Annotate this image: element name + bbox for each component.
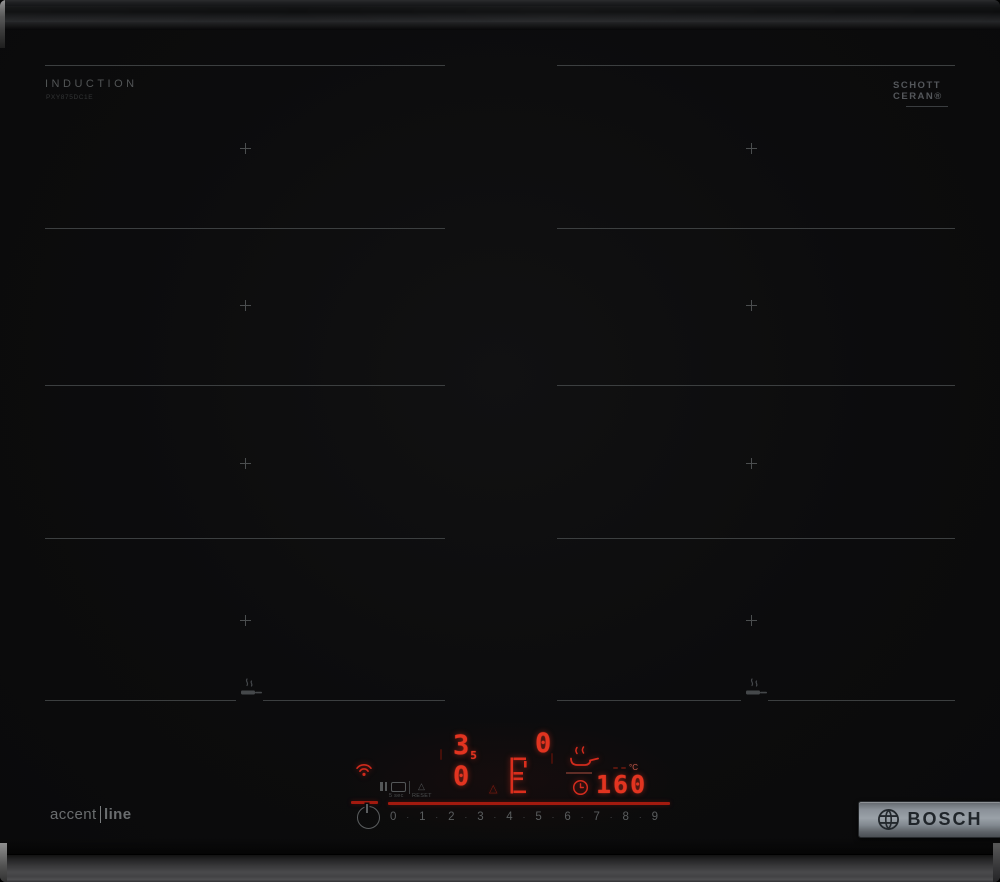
bottom-left-corner-trim: [0, 843, 7, 882]
reset-icon[interactable]: △: [418, 782, 425, 791]
frying-sensor-icon[interactable]: [567, 745, 599, 770]
dim-dash: [613, 767, 618, 769]
top-left-corner-trim: [0, 0, 5, 48]
schott-ceran-logo: SCHOTT CERAN®: [893, 80, 943, 103]
series-divider: [100, 806, 101, 823]
zone-line: [557, 538, 955, 539]
pause-icon[interactable]: [380, 782, 387, 791]
zone-line: [45, 385, 445, 386]
zone-line: [557, 385, 955, 386]
induction-label: INDUCTION: [45, 78, 138, 90]
power-level-strip[interactable]: 0 · 1 · 2 · 3 · 4 · 5 · 6 · 7 · 8 · 9: [390, 808, 658, 826]
schott-underline: [906, 106, 948, 107]
zone-line: [45, 700, 236, 701]
accentline-series-logo: accent line: [50, 806, 131, 823]
rear-right-zone-display[interactable]: 0: [535, 730, 551, 757]
zone-line: [45, 228, 445, 229]
slider-indicator-line: [388, 802, 670, 805]
quick-start-icon[interactable]: [391, 782, 406, 792]
zone-cross: [240, 615, 251, 626]
power-level-key-8[interactable]: 8: [623, 811, 629, 823]
zone-cross: [746, 143, 757, 154]
dim-zone-tick: [551, 753, 553, 764]
key-separator: ·: [639, 812, 642, 822]
key-separator: ·: [522, 812, 525, 822]
zone-line: [768, 700, 955, 701]
zone-cross: [746, 458, 757, 469]
quick-start-label: 5 sec: [389, 793, 404, 799]
key-separator: ·: [435, 812, 438, 822]
power-level-key-9[interactable]: 9: [652, 811, 658, 823]
model-number: PXY875DC1E: [46, 94, 93, 101]
power-level-key-1[interactable]: 1: [419, 811, 425, 823]
series-accent: accent: [50, 806, 97, 823]
zone-line: [45, 65, 445, 66]
power-level-key-2[interactable]: 2: [448, 811, 454, 823]
power-indicator-line: [351, 801, 378, 804]
power-level-key-3[interactable]: 3: [477, 811, 483, 823]
dim-zone-tick: [440, 749, 442, 760]
bosch-badge: BOSCH: [858, 801, 1000, 838]
key-separator: ·: [610, 812, 613, 822]
key-separator: ·: [581, 812, 584, 822]
power-level-key-7[interactable]: 7: [593, 811, 599, 823]
warning-triangle-icon: △: [489, 784, 497, 795]
bosch-logo-text: BOSCH: [907, 809, 982, 830]
key-separator: ·: [493, 812, 496, 822]
power-level-key-0[interactable]: 0: [390, 811, 396, 823]
control-divider: [409, 781, 410, 794]
zone-line: [557, 700, 741, 701]
bottom-right-corner-trim: [993, 843, 1000, 882]
zone-cross: [746, 300, 757, 311]
key-separator: ·: [464, 812, 467, 822]
schott-line1: SCHOTT: [893, 80, 941, 91]
schott-line2: CERAN®: [893, 91, 943, 102]
power-level-key-6[interactable]: 6: [564, 811, 570, 823]
pan-size-icon: [743, 676, 768, 700]
temperature-display: 160: [596, 772, 647, 797]
zone-line: [557, 228, 955, 229]
fry-sensor-underline: [566, 772, 592, 774]
key-separator: ·: [406, 812, 409, 822]
clock-icon[interactable]: [572, 779, 589, 796]
reset-label: RESET: [412, 793, 432, 799]
key-separator: ·: [552, 812, 555, 822]
power-level-key-4[interactable]: 4: [506, 811, 512, 823]
top-bevel-sheen: [0, 6, 1000, 22]
zone-cross: [240, 458, 251, 469]
wifi-icon[interactable]: [355, 762, 373, 777]
rear-left-zone-sub: 5: [470, 749, 477, 762]
fry-level-display: [510, 757, 529, 795]
zone-cross: [240, 300, 251, 311]
bottom-metal-trim: [0, 854, 1000, 882]
power-icon[interactable]: [357, 806, 380, 829]
zone-line: [263, 700, 445, 701]
induction-hob: INDUCTION PXY875DC1E SCHOTT CERAN® accen…: [0, 0, 1000, 882]
dim-dash: [621, 767, 626, 769]
power-level-key-5[interactable]: 5: [535, 811, 541, 823]
zone-line: [45, 538, 445, 539]
zone-line: [557, 65, 955, 66]
zone-cross: [240, 143, 251, 154]
pan-size-icon: [238, 676, 263, 700]
series-line: line: [104, 806, 131, 823]
bosch-logo-icon: [877, 808, 900, 831]
front-left-zone-display[interactable]: 0: [453, 763, 469, 790]
rear-left-zone-display[interactable]: 35: [453, 732, 477, 761]
zone-cross: [746, 615, 757, 626]
